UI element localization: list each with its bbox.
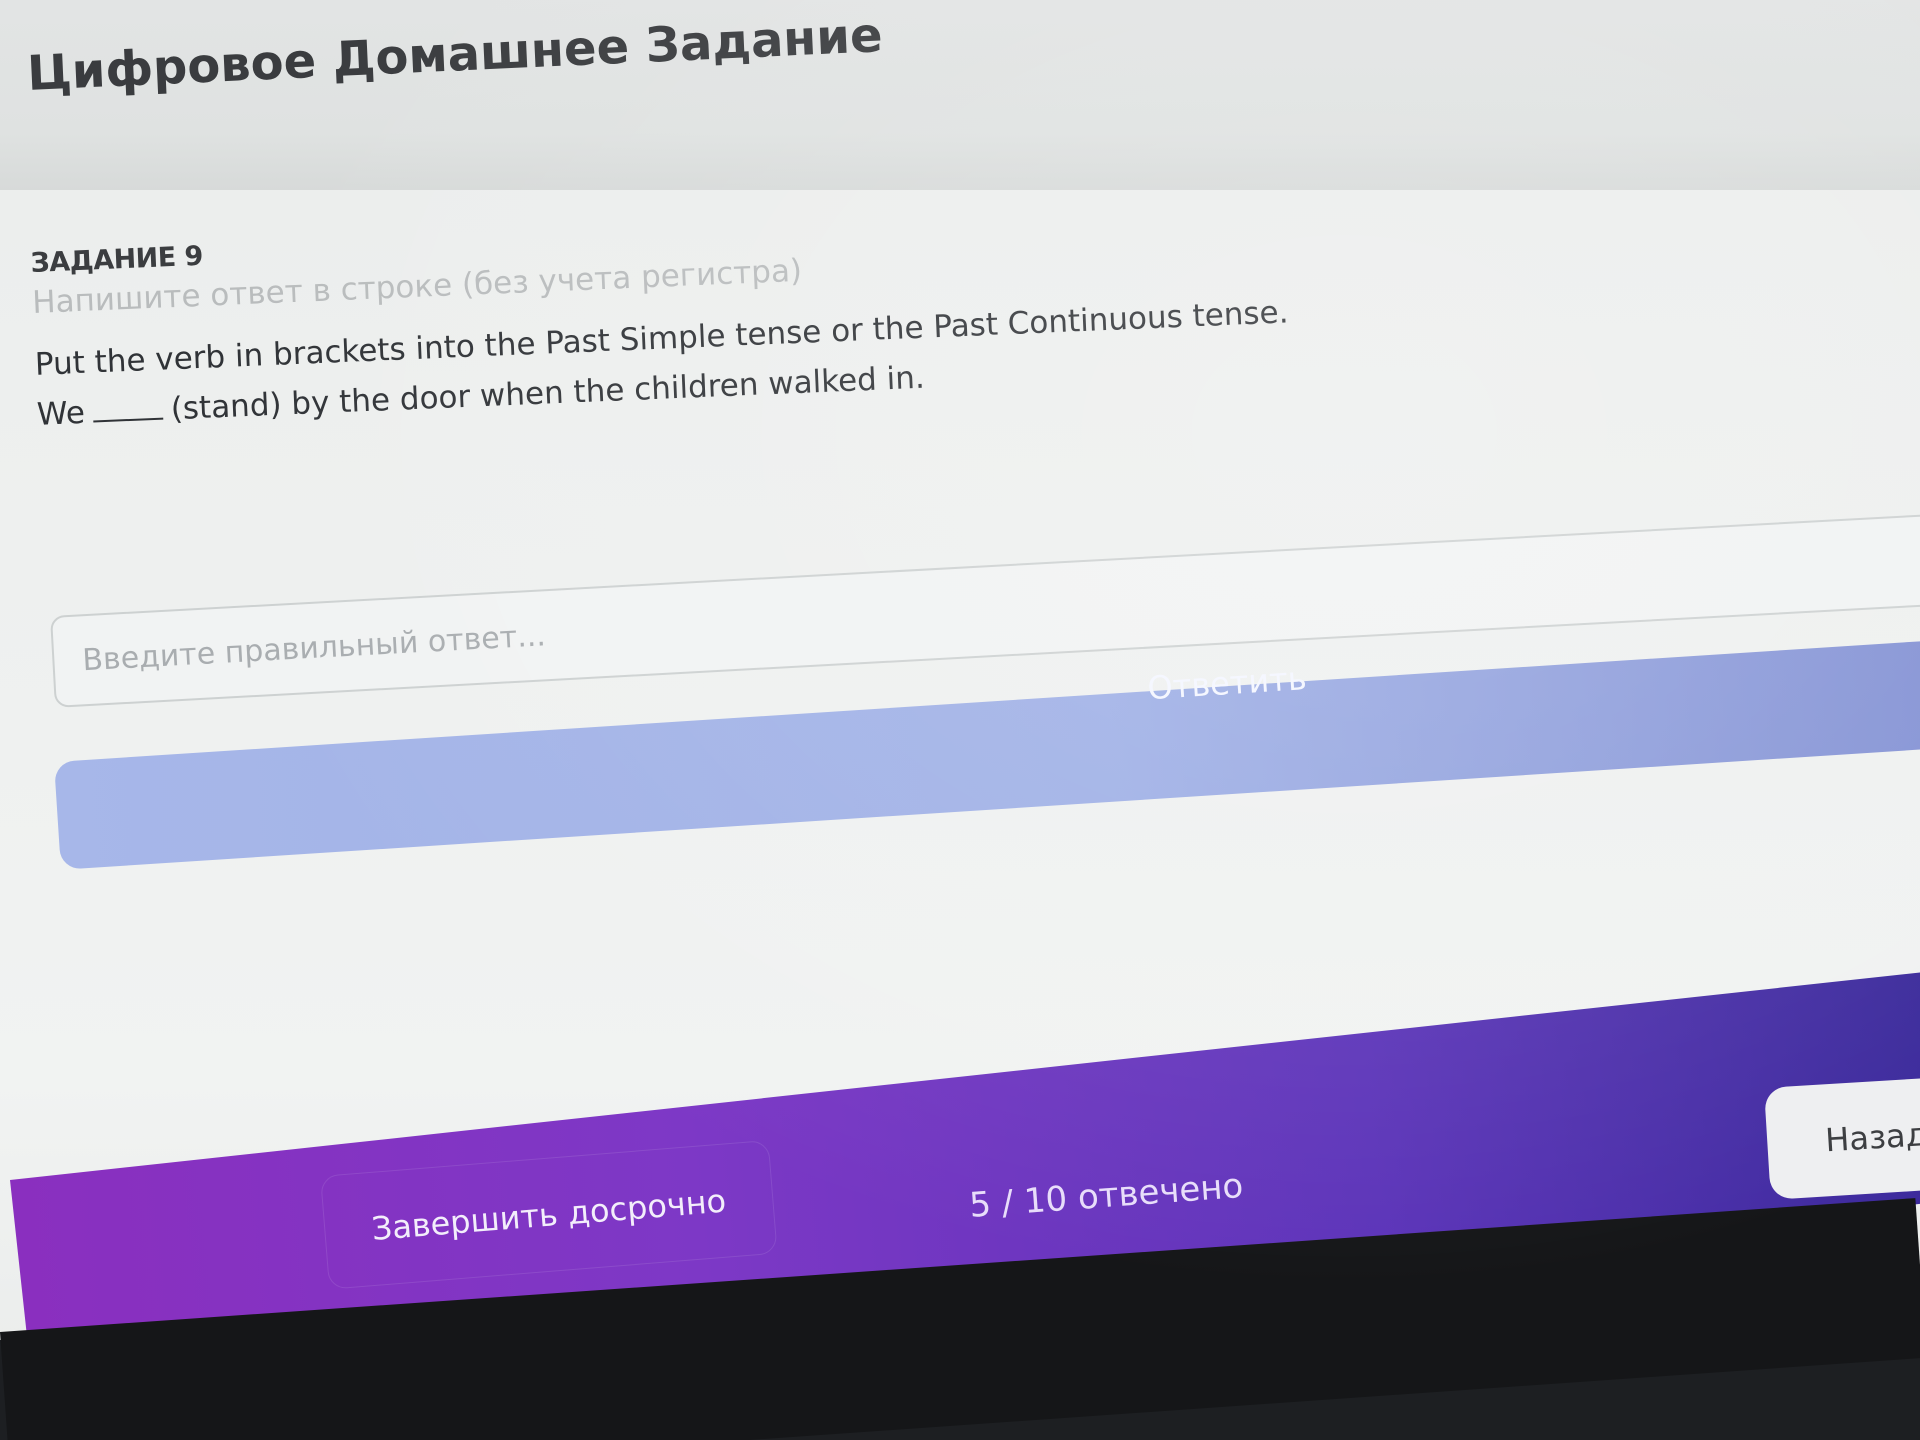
sentence-blank bbox=[93, 417, 164, 423]
screen: Цифровое Домашнее Задание ЗАДАНИЕ 9 Напи… bbox=[0, 0, 1920, 1440]
sentence-start: We bbox=[36, 394, 86, 433]
page-header: Цифровое Домашнее Задание bbox=[0, 0, 1920, 192]
app-title: Цифровое Домашнее Задание bbox=[26, 7, 884, 102]
back-button[interactable]: Назад bbox=[1764, 1074, 1920, 1200]
